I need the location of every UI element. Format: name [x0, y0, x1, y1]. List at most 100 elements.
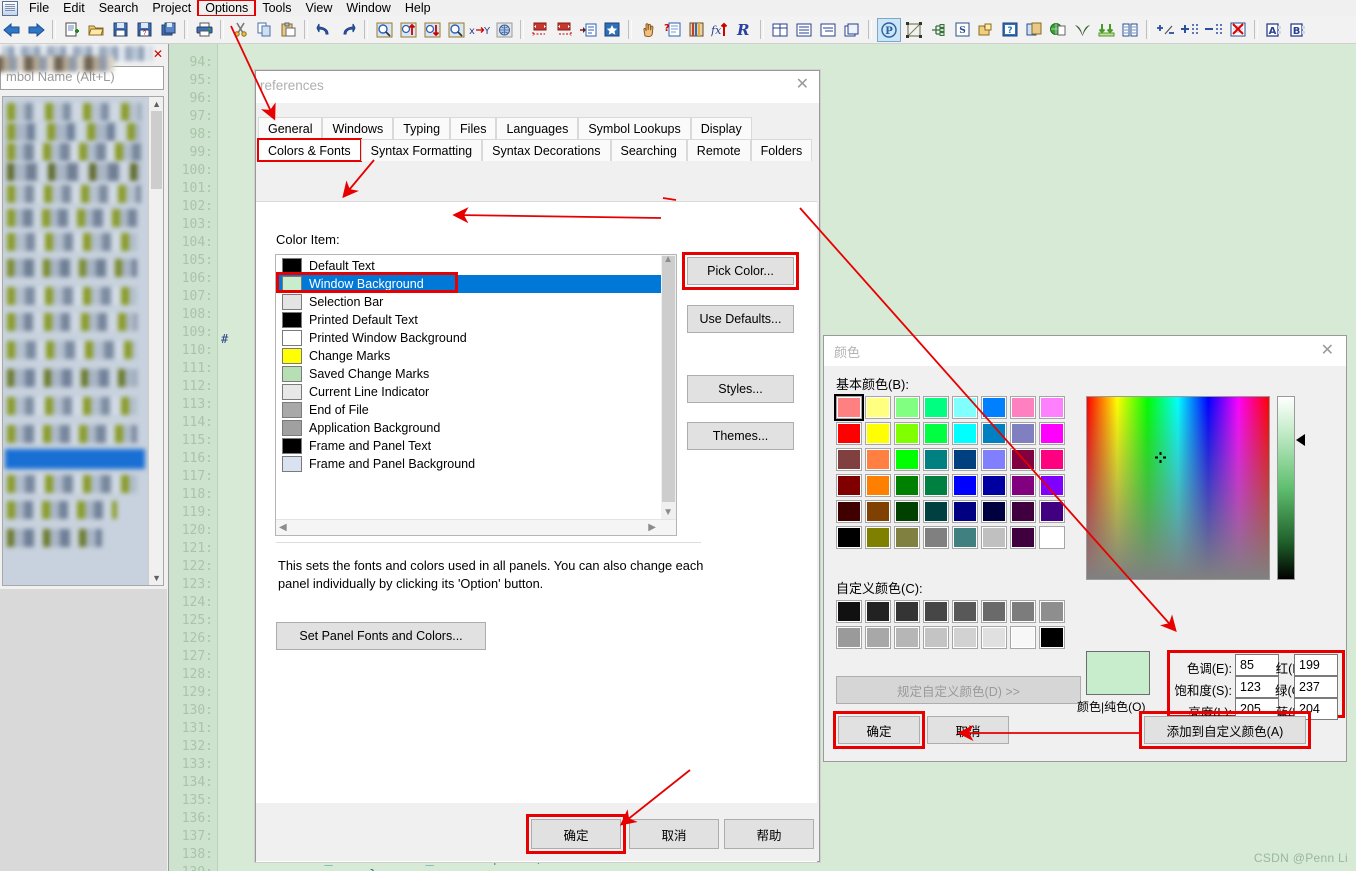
basic-color-cell[interactable]: [865, 422, 891, 445]
basic-color-cell[interactable]: [923, 526, 949, 549]
color-item-row[interactable]: Saved Change Marks: [276, 365, 676, 383]
close-icon[interactable]: ✕: [1321, 340, 1334, 360]
scrollbar-thumb[interactable]: [662, 256, 675, 502]
tab-files[interactable]: Files: [450, 117, 497, 139]
menu-item-view[interactable]: View: [299, 0, 340, 16]
compare-files-icon[interactable]: [1119, 19, 1141, 41]
globe-doc-icon[interactable]: [1047, 19, 1069, 41]
new-file-icon[interactable]: [61, 19, 83, 41]
custom-color-cell[interactable]: [865, 626, 891, 649]
basic-color-cell[interactable]: [1010, 422, 1036, 445]
color-cancel-button[interactable]: 取消: [927, 716, 1009, 744]
custom-color-cell[interactable]: [981, 626, 1007, 649]
custom-color-cell[interactable]: [923, 626, 949, 649]
color-item-row[interactable]: End of File: [276, 401, 676, 419]
custom-color-cell[interactable]: [836, 600, 862, 623]
tab-languages[interactable]: Languages: [496, 117, 579, 139]
color-item-row[interactable]: Printed Window Background: [276, 329, 676, 347]
ok-button[interactable]: 确定: [526, 814, 626, 854]
use-defaults-button[interactable]: Use Defaults...: [687, 305, 794, 333]
close-icon[interactable]: ✕: [796, 77, 809, 93]
menu-item-window[interactable]: Window: [339, 0, 397, 16]
symbol-icon[interactable]: S: [951, 19, 973, 41]
basic-color-cell[interactable]: [923, 500, 949, 523]
custom-color-cell[interactable]: [836, 626, 862, 649]
basic-color-cell[interactable]: [1010, 474, 1036, 497]
pick-color-button[interactable]: Pick Color...: [682, 252, 799, 290]
merge-icon[interactable]: [1095, 19, 1117, 41]
basic-color-cell[interactable]: [894, 422, 920, 445]
bird-icon[interactable]: [1071, 19, 1093, 41]
basic-color-cell[interactable]: [1010, 500, 1036, 523]
fx-icon[interactable]: fx: [709, 19, 731, 41]
custom-color-cell[interactable]: [894, 626, 920, 649]
custom-colors-grid[interactable]: [836, 600, 1065, 649]
custom-color-cell[interactable]: [981, 600, 1007, 623]
forward-arrow-icon[interactable]: [25, 19, 47, 41]
color-dialog[interactable]: 颜色 ✕ 基本颜色(B): 自定义颜色(C): 规定自定义颜色(D) >> 颜色…: [823, 335, 1347, 762]
basic-color-cell[interactable]: [981, 448, 1007, 471]
basic-color-cell[interactable]: [865, 448, 891, 471]
print-icon[interactable]: [193, 19, 215, 41]
copy-icon[interactable]: [253, 19, 275, 41]
context-help-icon[interactable]: ?: [661, 19, 683, 41]
custom-color-cell[interactable]: [952, 626, 978, 649]
basic-color-cell[interactable]: [981, 526, 1007, 549]
custom-color-cell[interactable]: [1010, 600, 1036, 623]
duplicate-icon[interactable]: [841, 19, 863, 41]
tab-colors-and-fonts[interactable]: Colors & Fonts: [257, 138, 362, 162]
chevron-down-icon[interactable]: ▼: [663, 507, 673, 518]
basic-color-cell[interactable]: [894, 526, 920, 549]
help-button[interactable]: 帮助: [724, 819, 814, 849]
cancel-button[interactable]: 取消: [629, 819, 719, 849]
color-item-row[interactable]: Frame and Panel Text: [276, 437, 676, 455]
tab-typing[interactable]: Typing: [393, 117, 451, 139]
find-icon[interactable]: [373, 19, 395, 41]
project-icon[interactable]: P: [877, 17, 901, 42]
basic-color-cell[interactable]: [952, 448, 978, 471]
preferences-tabs-row1[interactable]: General Windows Typing Files Languages S…: [258, 117, 752, 139]
basic-color-cell[interactable]: [865, 526, 891, 549]
indent-icon[interactable]: [817, 19, 839, 41]
basic-color-cell[interactable]: [1039, 422, 1065, 445]
basic-color-cell[interactable]: [981, 500, 1007, 523]
color-item-list[interactable]: Default Text Window Background Selection B…: [275, 254, 677, 536]
basic-color-cell[interactable]: [952, 396, 978, 419]
reference-book-icon[interactable]: [685, 19, 707, 41]
tab-symbol-lookups[interactable]: Symbol Lookups: [578, 117, 691, 139]
delete-all-icon[interactable]: [1227, 19, 1249, 41]
chevron-up-icon[interactable]: ▲: [663, 255, 673, 265]
color-item-row[interactable]: Frame and Panel Background: [276, 455, 676, 473]
set-panel-fonts-and-colors-button[interactable]: Set Panel Fonts and Colors...: [276, 622, 486, 650]
menu-item-tools[interactable]: Tools: [255, 0, 298, 16]
symbol-list-scrollbar[interactable]: ▲ ▼: [148, 97, 163, 585]
menu-item-search[interactable]: Search: [92, 0, 146, 16]
color-item-row[interactable]: Change Marks: [276, 347, 676, 365]
chevron-left-icon[interactable]: ◀: [279, 522, 287, 533]
menu-item-options[interactable]: Options: [197, 0, 257, 17]
basic-color-cell[interactable]: [894, 500, 920, 523]
basic-color-cell[interactable]: [981, 396, 1007, 419]
basic-color-cell[interactable]: [952, 526, 978, 549]
red-field[interactable]: 199: [1294, 654, 1338, 676]
basic-color-cell[interactable]: [836, 422, 862, 445]
hand-context-icon[interactable]: [637, 19, 659, 41]
green-field[interactable]: 237: [1294, 676, 1338, 698]
preferences-dialog[interactable]: references ✕ General Windows Typing File…: [255, 70, 820, 862]
basic-color-cell[interactable]: [1039, 500, 1065, 523]
basic-color-cell[interactable]: [981, 474, 1007, 497]
color-item-row[interactable]: Selection Bar: [276, 293, 676, 311]
table-layout-icon[interactable]: [769, 19, 791, 41]
outline-icon[interactable]: [927, 19, 949, 41]
basic-color-cell[interactable]: [923, 422, 949, 445]
color-item-row[interactable]: Application Background: [276, 419, 676, 437]
themes-button[interactable]: Themes...: [687, 422, 794, 450]
basic-color-cell[interactable]: [923, 448, 949, 471]
basic-color-cell[interactable]: [834, 394, 864, 421]
forward-in-file-icon[interactable]: [553, 19, 575, 41]
basic-color-cell[interactable]: [1039, 448, 1065, 471]
custom-color-cell[interactable]: [923, 600, 949, 623]
basic-color-cell[interactable]: [836, 500, 862, 523]
back-arrow-icon[interactable]: [1, 19, 23, 41]
color-list-hscrollbar[interactable]: ◀ ▶: [276, 519, 676, 535]
